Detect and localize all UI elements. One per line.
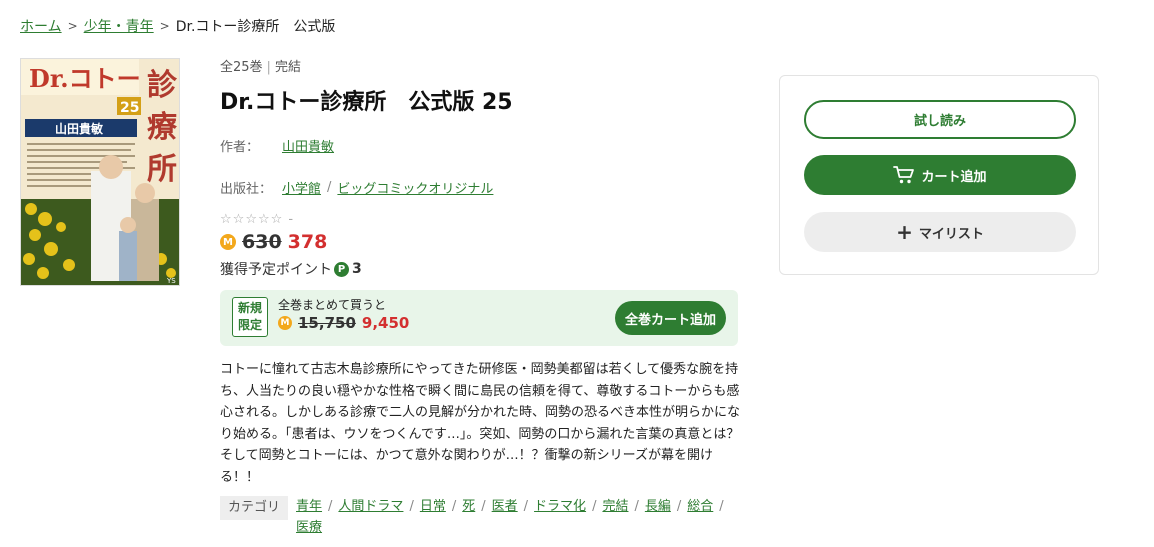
rating-text: - [288, 212, 295, 227]
category-link[interactable]: 総合 [687, 499, 713, 514]
point-icon: P [334, 261, 349, 277]
cover-art: Dr.コトー 診 療 所 25 山田貴敏 YS [21, 59, 179, 285]
category-link[interactable]: 死 [462, 499, 475, 514]
divider: / [592, 499, 597, 514]
category-link[interactable]: 日常 [420, 499, 446, 514]
bundle-title: 全巻まとめて買うと [278, 298, 387, 312]
bundle-prices: M 15,750 9,450 [278, 314, 409, 332]
breadcrumb-current: Dr.コトー診療所 公式版 [175, 19, 336, 35]
original-price: 630 [242, 231, 282, 253]
book-cover-image[interactable]: Dr.コトー 診 療 所 25 山田貴敏 YS [20, 58, 180, 286]
divider: / [676, 499, 682, 514]
points-value: 3 [352, 261, 362, 277]
breadcrumb: ホーム > 少年・青年 > Dr.コトー診療所 公式版 [20, 16, 335, 36]
divider: / [481, 499, 486, 514]
divider: / [523, 499, 529, 514]
category-link[interactable]: 完結 [602, 499, 628, 514]
divider: / [719, 499, 724, 514]
new-limited-badge: 新規 限定 [232, 297, 268, 337]
coin-icon: M [220, 234, 236, 250]
divider: / [409, 499, 414, 514]
svg-text:YS: YS [166, 277, 176, 285]
rating[interactable]: ☆☆☆☆☆ - [220, 212, 740, 227]
label-link[interactable]: ビッグコミックオリジナル [337, 178, 493, 197]
add-to-cart-label: カート追加 [921, 169, 987, 185]
cover-title-latin: Dr.コトー [29, 64, 141, 93]
star-icon: ☆ [270, 212, 284, 227]
page-title: Dr.コトー診療所 公式版 25 [220, 90, 513, 115]
divider: | [266, 60, 271, 75]
badge-line: 新規 [237, 301, 262, 315]
svg-text:診: 診 [147, 68, 178, 103]
mylist-label: マイリスト [918, 226, 984, 242]
add-to-cart-button[interactable]: カート追加 [804, 155, 1076, 195]
star-icon: ☆ [257, 212, 271, 227]
publisher-row: 出版社： 小学館 / ビッグコミックオリジナル [220, 178, 740, 197]
divider: / [634, 499, 639, 514]
bundle-offer: 新規 限定 全巻まとめて買うと M 15,750 9,450 全巻カート追加 [220, 290, 738, 346]
coin-icon: M [278, 316, 292, 330]
author-link[interactable]: 山田貴敏 [282, 136, 334, 155]
publisher-link[interactable]: 小学館 [282, 178, 321, 197]
sale-price: 378 [287, 231, 328, 253]
star-icon: ☆ [232, 212, 246, 227]
bundle-sale-price: 9,450 [361, 314, 410, 332]
author-row: 作者： 山田貴敏 [220, 136, 740, 155]
trial-read-label: 試し読み [913, 114, 966, 129]
trial-read-button[interactable]: 試し読み [804, 100, 1076, 139]
bundle-original-price: 15,750 [298, 314, 356, 332]
plus-icon: + [896, 220, 913, 244]
category-link[interactable]: 医者 [492, 499, 518, 514]
category-link[interactable]: 医療 [296, 520, 322, 535]
mylist-button[interactable]: + マイリスト [804, 212, 1076, 252]
category-link[interactable]: 青年 [296, 499, 322, 514]
volume-status: 全25巻 | 完結 [220, 56, 740, 75]
svg-text:療: 療 [147, 110, 177, 145]
chevron-right-icon: > [159, 19, 170, 33]
volume-count: 全25巻 [220, 60, 263, 75]
category-link[interactable]: 人間ドラマ [338, 499, 403, 514]
purchase-panel: 試し読み カート追加 + マイリスト [779, 75, 1099, 275]
description: コトーに憧れて古志木島診療所にやってきた研修医・岡勢美都留は若くして優秀な腕を持… [220, 362, 741, 485]
category-list: カテゴリ 青年 / 人間ドラマ / 日常 / 死 / 医者 / ドラマ化 / 完結 / 長編 / 総合 / 医療 [220, 496, 740, 538]
price-row: M 630 378 [220, 231, 740, 253]
category-label: カテゴリ [220, 496, 289, 520]
divider: / [327, 180, 332, 195]
add-all-to-cart-button[interactable]: 全巻カート追加 [615, 301, 726, 335]
publisher-label: 出版社： [220, 182, 273, 197]
svg-text:所: 所 [147, 152, 177, 187]
category-links: 青年 / 人間ドラマ / 日常 / 死 / 医者 / ドラマ化 / 完結 / 長編 / 総合 / 医療 [296, 496, 740, 538]
cart-icon [893, 166, 915, 184]
product-info: 全25巻 | 完結 Dr.コトー診療所 公式版 25 作者： 山田貴敏 出版社： 小… [220, 56, 740, 279]
completion-status: 完結 [274, 60, 301, 75]
badge-line: 限定 [237, 318, 262, 332]
points-row: 獲得予定ポイント P 3 [220, 259, 740, 279]
category-link[interactable]: ドラマ化 [534, 499, 586, 514]
points-label: 獲得予定ポイント [220, 262, 332, 278]
breadcrumb-category-link[interactable]: 少年・青年 [84, 16, 154, 36]
star-icon: ☆ [245, 212, 258, 227]
divider: / [328, 499, 333, 514]
cover-volume-number: 25 [120, 100, 139, 116]
author-label: 作者： [220, 140, 260, 155]
breadcrumb-home-link[interactable]: ホーム [20, 16, 62, 36]
chevron-right-icon: > [67, 19, 78, 33]
star-icon: ☆ [220, 212, 233, 227]
svg-text:山田貴敏: 山田貴敏 [55, 121, 104, 136]
category-link[interactable]: 長編 [645, 499, 671, 514]
divider: / [451, 499, 457, 514]
